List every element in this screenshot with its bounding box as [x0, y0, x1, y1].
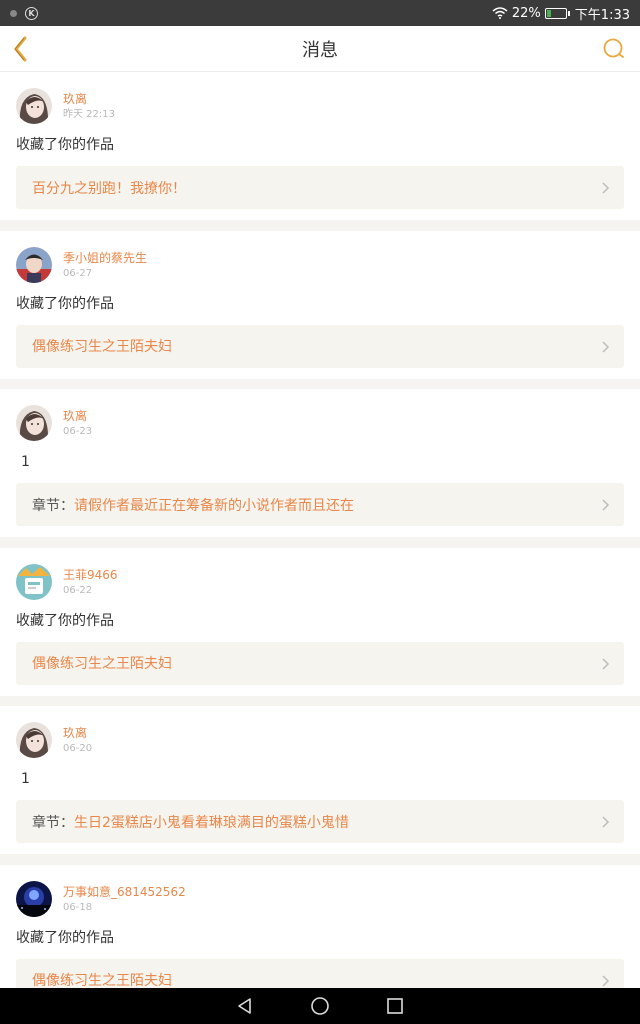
chevron-right-icon	[602, 340, 610, 353]
message-meta: 万事如意_681452562 06-18	[16, 865, 624, 923]
message-action: 1	[21, 454, 30, 470]
chevron-right-icon	[602, 182, 610, 194]
k-app-icon: K	[25, 6, 38, 20]
work-link-card[interactable]: 偶像练习生之王陌夫妇	[16, 641, 624, 685]
message-action: 收藏了你的作品	[16, 295, 114, 312]
work-title: 偶像练习生之王陌夫妇	[32, 339, 172, 355]
search-icon[interactable]	[602, 37, 626, 61]
work-link-card[interactable]: 百分九之别跑！我撩你！	[16, 166, 624, 209]
message-time: 06-18	[63, 901, 93, 913]
work-link-card[interactable]: 偶像练习生之王陌夫妇	[16, 324, 624, 368]
message-list[interactable]: 玖离 昨天 22:13 收藏了你的作品 百分九之别跑！我撩你！ 季小姐的蔡先生 06-27…	[0, 72, 640, 988]
chapter-prefix: 章节：	[32, 497, 74, 514]
user-name[interactable]: 玖离	[63, 91, 115, 107]
section-divider	[0, 537, 640, 548]
chevron-right-icon	[602, 499, 610, 511]
message-time: 昨天 22:13	[63, 109, 115, 120]
section-divider	[0, 695, 640, 706]
recents-square-icon[interactable]	[386, 997, 404, 1015]
message-time: 06-22	[63, 584, 93, 596]
battery-icon	[544, 7, 570, 19]
home-circle-icon[interactable]	[310, 996, 330, 1016]
avatar[interactable]	[16, 880, 52, 917]
message-time: 06-23	[63, 426, 93, 437]
message-meta: 季小姐的蔡先生 06-27	[16, 231, 624, 289]
message-meta: 玖离 06-20	[16, 706, 624, 764]
message-meta: 玖离昨天 22:13	[16, 72, 624, 130]
work-title: 百分九之别跑！我撩你！	[32, 180, 186, 197]
user-name[interactable]: 王菲9466	[63, 567, 118, 583]
user-name[interactable]: 万事如意_681452562	[63, 884, 186, 900]
user-name[interactable]: 玖离	[63, 408, 92, 424]
message-meta: 玖离 06-23	[16, 389, 624, 447]
work-title: 偶像练习生之王陌夫妇	[32, 973, 172, 988]
message-action: 收藏了你的作品	[16, 137, 114, 153]
avatar[interactable]	[16, 722, 52, 758]
avatar[interactable]	[16, 563, 52, 600]
message-action: 收藏了你的作品	[16, 929, 114, 946]
chevron-right-icon	[602, 974, 610, 987]
avatar[interactable]	[16, 246, 52, 283]
user-name[interactable]: 玖离	[63, 725, 92, 741]
section-divider	[0, 220, 640, 231]
system-nav-bar	[0, 988, 640, 1024]
message-item: 玖离 06-20 1 章节： 生日2蛋糕店小鬼看着琳琅满目的蛋糕小鬼惜	[0, 706, 640, 854]
message-time: 06-20	[63, 743, 93, 754]
avatar[interactable]	[16, 88, 52, 124]
chevron-right-icon	[602, 816, 610, 828]
wifi-icon	[492, 7, 508, 19]
section-divider	[0, 378, 640, 389]
section-divider	[0, 854, 640, 865]
app-header: 消息	[0, 26, 640, 72]
battery-percent: 22%	[511, 5, 541, 21]
status-bar: K 22% 下午1:33	[0, 0, 640, 26]
work-title: 生日2蛋糕店小鬼看着琳琅满目的蛋糕小鬼惜	[74, 814, 349, 831]
back-triangle-icon[interactable]	[236, 997, 254, 1015]
page-title: 消息	[302, 39, 338, 61]
work-link-card[interactable]: 章节： 生日2蛋糕店小鬼看着琳琅满目的蛋糕小鬼惜	[16, 800, 624, 843]
message-action: 1	[21, 771, 30, 787]
work-title: 偶像练习生之王陌夫妇	[32, 656, 172, 672]
work-link-card[interactable]: 章节： 请假作者最近正在筹备新的小说作者而且还在	[16, 483, 624, 526]
message-action: 收藏了你的作品	[16, 612, 114, 629]
message-item: 季小姐的蔡先生 06-27 收藏了你的作品偶像练习生之王陌夫妇	[0, 230, 640, 379]
message-time: 06-27	[63, 267, 93, 279]
work-title: 请假作者最近正在筹备新的小说作者而且还在	[74, 497, 354, 514]
avatar[interactable]	[16, 405, 52, 441]
message-meta: 王菲9466 06-22	[16, 548, 624, 606]
work-link-card[interactable]: 偶像练习生之王陌夫妇	[16, 958, 624, 988]
signal-dot-icon	[10, 9, 17, 17]
chevron-left-icon[interactable]	[10, 34, 32, 64]
message-item: 王菲9466 06-22 收藏了你的作品偶像练习生之王陌夫妇	[0, 547, 640, 696]
message-item: 玖离 06-23 1 章节： 请假作者最近正在筹备新的小说作者而且还在	[0, 389, 640, 537]
chapter-prefix: 章节：	[32, 814, 74, 831]
clock: 下午1:33	[574, 7, 630, 23]
message-item: 万事如意_681452562 06-18 收藏了你的作品偶像练习生之王陌夫妇	[0, 864, 640, 988]
message-item: 玖离昨天 22:13 收藏了你的作品百分九之别跑！我撩你！	[0, 72, 640, 220]
chevron-right-icon	[602, 657, 610, 670]
user-name[interactable]: 季小姐的蔡先生	[63, 250, 147, 266]
